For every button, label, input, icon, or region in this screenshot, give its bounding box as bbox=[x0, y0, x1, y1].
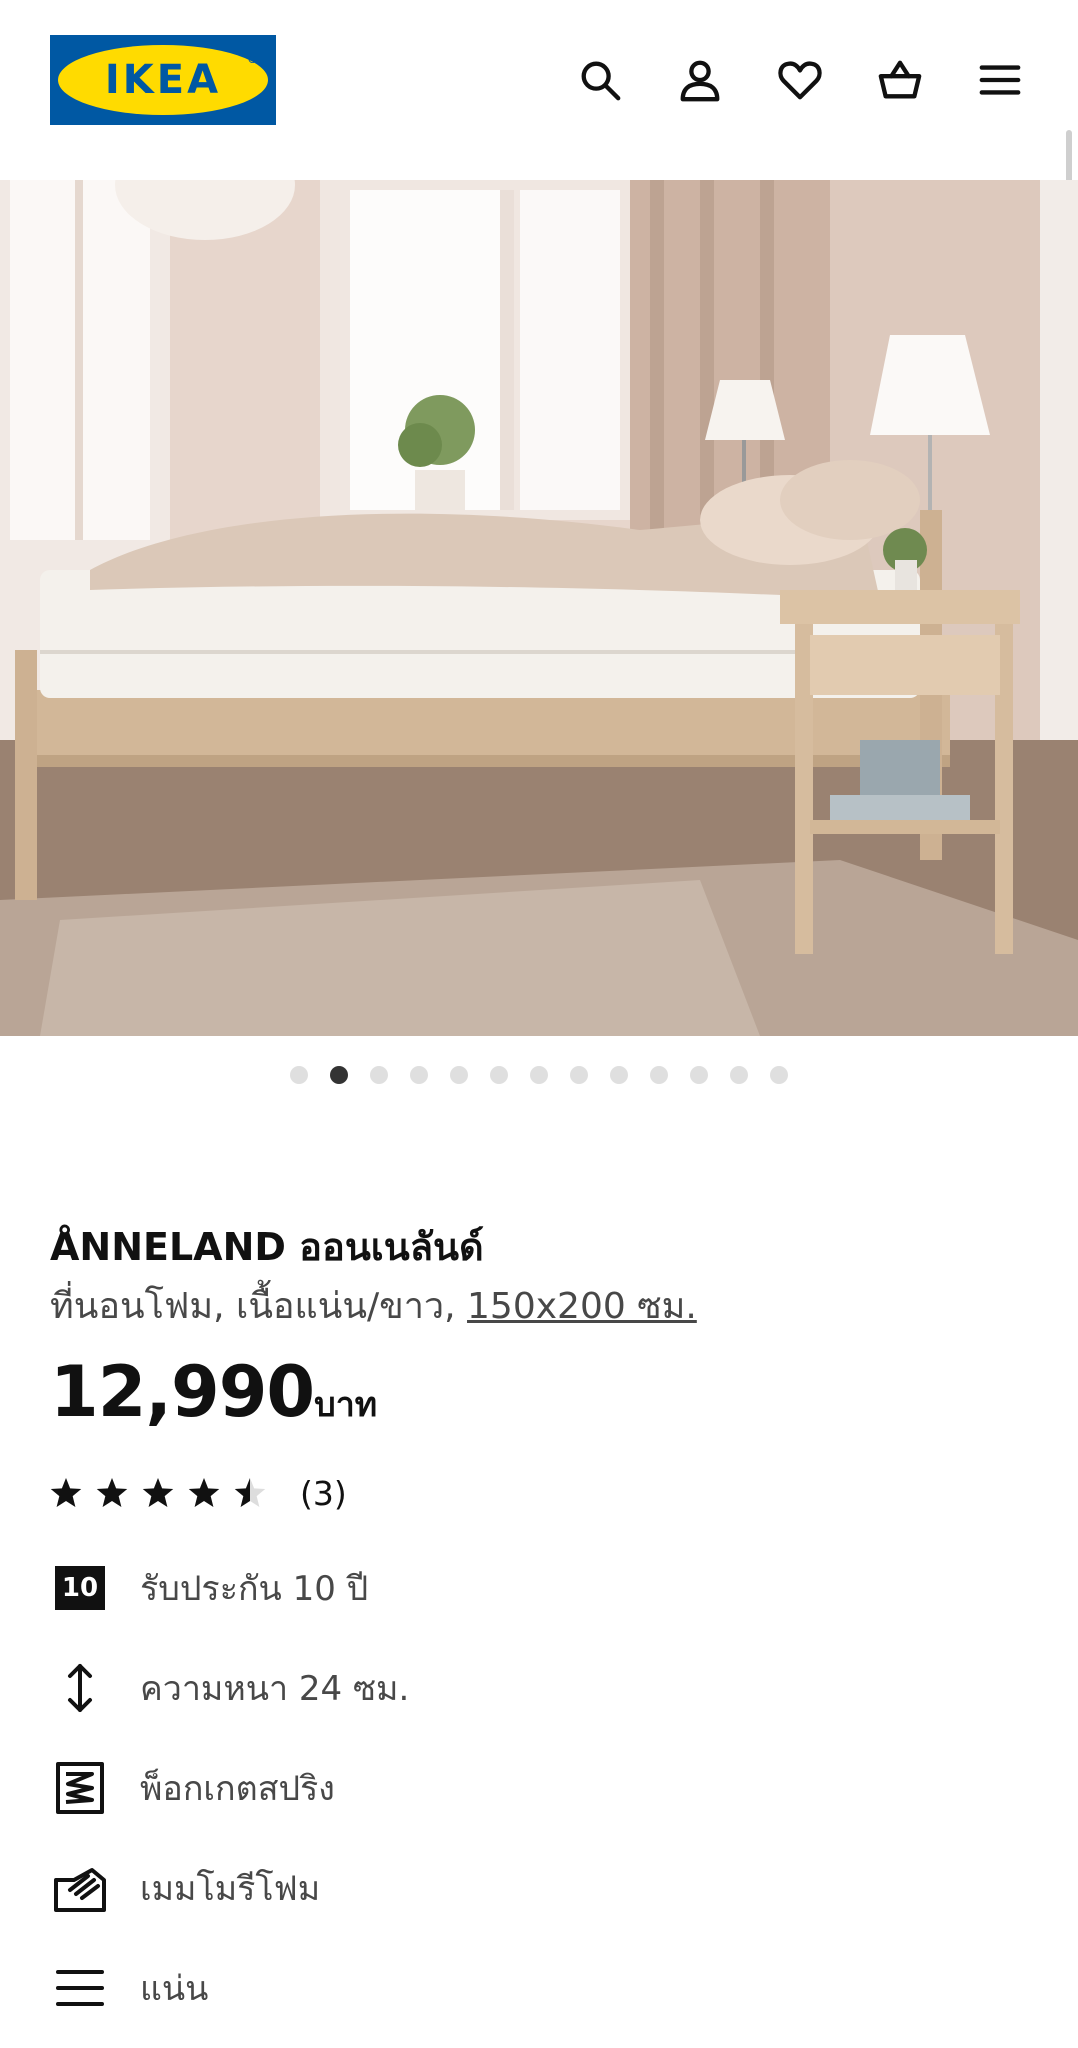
basket-icon[interactable] bbox=[870, 50, 930, 110]
warranty-10-icon: 10 bbox=[50, 1558, 110, 1618]
carousel-dot[interactable] bbox=[290, 1066, 308, 1084]
price-amount: 12,990 bbox=[50, 1351, 315, 1433]
rating-count: (3) bbox=[300, 1474, 347, 1513]
search-icon[interactable] bbox=[570, 50, 630, 110]
carousel-dot[interactable] bbox=[330, 1066, 348, 1084]
logo-registered-mark: ® bbox=[247, 53, 258, 66]
carousel-dot[interactable] bbox=[650, 1066, 668, 1084]
carousel-dot[interactable] bbox=[770, 1066, 788, 1084]
carousel-dot[interactable] bbox=[490, 1066, 508, 1084]
carousel-dot[interactable] bbox=[530, 1066, 548, 1084]
heart-icon[interactable] bbox=[770, 50, 830, 110]
star-filled bbox=[50, 1477, 82, 1507]
price-currency: บาท bbox=[314, 1385, 378, 1425]
product-image[interactable] bbox=[0, 180, 1078, 1036]
rating-stars bbox=[50, 1476, 280, 1512]
feature-label: พ็อกเกตสปริง bbox=[140, 1769, 335, 1809]
product-rating[interactable]: (3) bbox=[50, 1474, 347, 1513]
star-filled bbox=[142, 1477, 174, 1507]
carousel-dot[interactable] bbox=[570, 1066, 588, 1084]
star-filled bbox=[188, 1477, 220, 1507]
memory-foam-icon bbox=[50, 1858, 110, 1918]
ikea-logo[interactable]: IKEA ® bbox=[50, 35, 276, 125]
thickness-icon bbox=[50, 1658, 110, 1718]
image-carousel-dots bbox=[0, 1066, 1078, 1090]
star-filled bbox=[96, 1477, 128, 1507]
feature-firmness: แน่น bbox=[50, 1956, 208, 2020]
menu-icon[interactable] bbox=[970, 50, 1030, 110]
feature-warranty: 10 รับประกัน 10 ปี bbox=[50, 1556, 368, 1620]
logo-text: IKEA bbox=[104, 57, 222, 103]
feature-label: รับประกัน 10 ปี bbox=[140, 1569, 369, 1609]
carousel-dot[interactable] bbox=[690, 1066, 708, 1084]
product-description: ที่นอนโฟม, เนื้อแน่น/ขาว, 150x200 ซม. bbox=[50, 1282, 697, 1332]
product-description-text: ที่นอนโฟม, เนื้อแน่น/ขาว, bbox=[50, 1286, 468, 1327]
account-icon[interactable] bbox=[670, 50, 730, 110]
carousel-dot[interactable] bbox=[450, 1066, 468, 1084]
carousel-dot[interactable] bbox=[410, 1066, 428, 1084]
feature-label: ความหนา 24 ซม. bbox=[140, 1669, 410, 1709]
feature-label: เมมโมรีโฟม bbox=[140, 1869, 321, 1909]
product-name[interactable]: ÅNNELAND ออนเนลันด์ bbox=[50, 1222, 484, 1272]
warranty-badge: 10 bbox=[55, 1566, 105, 1610]
carousel-dot[interactable] bbox=[610, 1066, 628, 1084]
feature-label: แน่น bbox=[140, 1969, 209, 2009]
carousel-dot[interactable] bbox=[730, 1066, 748, 1084]
product-price: 12,990บาท bbox=[50, 1352, 377, 1451]
feature-pocket-spring: พ็อกเกตสปริง bbox=[50, 1756, 335, 1820]
feature-memory-foam: เมมโมรีโฟม bbox=[50, 1856, 320, 1920]
firmness-icon bbox=[50, 1958, 110, 2018]
size-link[interactable]: 150x200 ซม. bbox=[467, 1286, 697, 1327]
pocket-spring-icon bbox=[50, 1758, 110, 1818]
feature-thickness: ความหนา 24 ซม. bbox=[50, 1656, 409, 1720]
carousel-dot[interactable] bbox=[370, 1066, 388, 1084]
top-header: IKEA ® bbox=[0, 0, 1078, 170]
